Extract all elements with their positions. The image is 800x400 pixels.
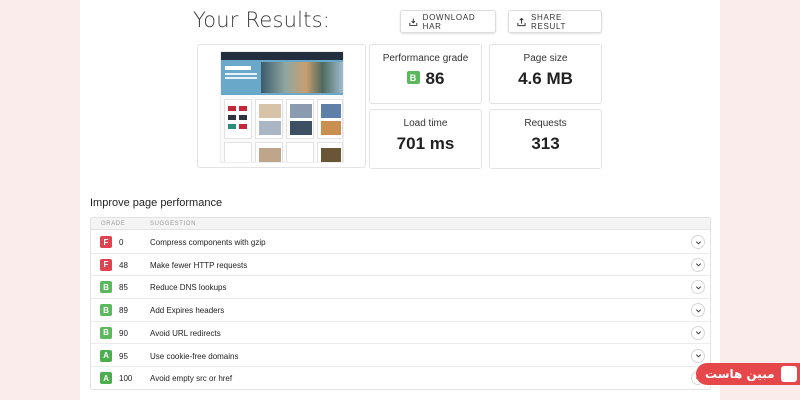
grade-score: 95 [119,351,128,361]
suggestion-text: Compress components with gzip [150,238,266,247]
chevron-down-icon[interactable] [691,280,705,295]
load-time-label: Load time [403,118,448,129]
share-result-button[interactable]: SHARE RESULT [508,10,602,33]
requests-value: 313 [531,134,560,153]
download-har-button[interactable]: DOWNLOAD HAR [400,10,496,33]
page-screenshot-thumbnail [197,44,366,168]
chevron-down-icon[interactable] [691,235,705,249]
grade-badge: B [100,281,112,294]
watermark-logo: مبین هاست [696,363,800,385]
page-size-value: 4.6 MB [518,69,573,88]
page-size-label: Page size [523,53,568,64]
suggestion-text: Add Expires headers [150,306,225,316]
table-header: GRADE SUGGESTION [91,218,710,230]
grade-score: 0 [119,238,124,247]
grade-score: 48 [119,260,128,270]
download-icon [409,18,418,26]
performance-grade-label: Performance grade [382,53,469,64]
suggestion-text: Use cookie-free domains [150,351,239,361]
grade-badge: B [100,326,112,339]
suggestion-column-header: SUGGESTION [150,221,197,227]
table-row[interactable]: B 89 Add Expires headers [91,299,710,322]
grade-score: 85 [119,283,128,293]
requests-label: Requests [524,118,567,129]
page-size-card: Page size 4.6 MB [489,44,602,104]
suggestion-text: Reduce DNS lookups [150,283,227,293]
suggestions-table: GRADE SUGGESTION F 0 Compress components w… [90,217,711,390]
performance-grade-value: 86 [425,69,445,88]
page-title: Your Results: [193,8,331,32]
chevron-down-icon[interactable] [691,303,705,318]
grade-badge: A [100,349,112,362]
load-time-value: 701 ms [396,134,455,153]
grade-badge: F [100,258,112,271]
grade-badge: B [100,304,112,317]
chevron-down-icon[interactable] [691,257,705,272]
table-row[interactable]: B 85 Reduce DNS lookups [91,276,710,300]
grade-badge: F [100,236,112,248]
download-har-label: DOWNLOAD HAR [422,12,476,31]
section-title: Improve page performance [90,197,223,209]
grade-column-header: GRADE [101,221,126,227]
grade-score: 90 [119,328,128,338]
suggestion-text: Make fewer HTTP requests [150,260,248,270]
requests-card: Requests 313 [489,109,602,169]
grade-score: 89 [119,306,128,316]
chevron-down-icon[interactable] [691,325,705,340]
table-row[interactable]: F 0 Compress components with gzip [91,231,710,254]
performance-grade-badge: B [406,71,420,85]
load-time-card: Load time 701 ms [369,109,482,169]
chevron-down-icon[interactable] [691,348,705,363]
share-result-label: SHARE RESULT [530,12,567,31]
performance-grade-card: Performance grade B 86 [369,44,482,104]
table-row[interactable]: F 48 Make fewer HTTP requests [91,254,710,277]
results-page: Your Results: DOWNLOAD HAR SHARE RESULT [80,0,720,400]
grade-score: 100 [119,374,133,384]
table-row[interactable]: B 90 Avoid URL redirects [91,322,710,345]
grade-badge: A [100,372,112,385]
share-icon [517,17,526,26]
table-row[interactable]: A 100 Avoid empty src or href [91,367,710,390]
logo-icon [781,366,797,382]
performance-grade-value-wrap: B 86 [370,69,481,89]
table-row[interactable]: A 95 Use cookie-free domains [91,345,710,368]
screenshot-image [220,51,344,163]
suggestion-text: Avoid URL redirects [150,328,221,338]
suggestion-text: Avoid empty src or href [150,374,233,384]
watermark-text: مبین هاست [705,367,775,381]
